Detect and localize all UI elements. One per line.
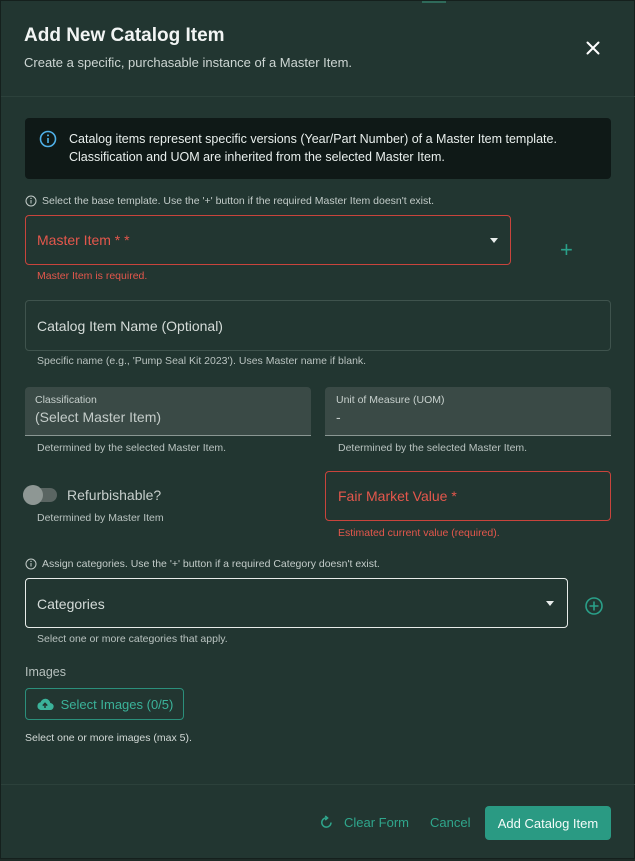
catalog-item-name-helper: Specific name (e.g., 'Pump Seal Kit 2023… [37,355,367,367]
categories-select[interactable]: Categories [25,578,568,628]
refurbishable-helper: Determined by Master Item [37,512,164,524]
add-catalog-item-dialog: Add New Catalog Item Create a specific, … [0,0,635,859]
refurbishable-toggle[interactable] [23,485,57,505]
master-item-select[interactable]: Master Item * * [25,215,511,265]
cancel-button[interactable]: Cancel [430,815,470,830]
close-button[interactable] [581,36,605,60]
refurbishable-label: Refurbishable? [67,487,162,503]
info-icon [39,130,57,148]
images-helper: Select one or more images (max 5). [25,732,192,744]
dialog-header: Add New Catalog Item Create a specific, … [1,1,635,97]
cloud-upload-icon [37,698,54,711]
categories-label: Categories [37,596,105,612]
uom-helper: Determined by the selected Master Item. [338,442,528,454]
catalog-item-name-input[interactable]: Catalog Item Name (Optional) [25,300,611,351]
dialog-subtitle: Create a specific, purchasable instance … [24,55,353,70]
categories-hint: Assign categories. Use the '+' button if… [25,558,380,570]
categories-helper: Select one or more categories that apply… [37,633,228,645]
classification-helper: Determined by the selected Master Item. [37,442,227,454]
classification-value: (Select Master Item) [35,409,162,425]
master-item-hint-text: Select the base template. Use the '+' bu… [42,195,435,207]
fair-market-value-label: Fair Market Value * [338,488,457,504]
master-item-label: Master Item * * [37,232,130,248]
info-icon [25,195,37,207]
info-banner: Catalog items represent specific version… [25,118,611,179]
plus-icon: + [560,237,573,262]
cancel-label: Cancel [430,815,471,830]
select-images-button[interactable]: Select Images (0/5) [25,688,184,720]
toggle-thumb [23,485,43,505]
close-icon [586,41,600,55]
fair-market-value-input[interactable]: Fair Market Value * [325,471,611,521]
images-section-label: Images [25,665,66,679]
dropdown-caret-icon [546,601,554,606]
info-banner-text: Catalog items represent specific version… [69,132,557,164]
categories-hint-text: Assign categories. Use the '+' button if… [42,558,380,570]
add-catalog-item-label: Add Catalog Item [497,815,599,831]
plus-circle-icon [585,597,603,615]
master-item-error: Master Item is required. [37,270,148,282]
add-master-item-button[interactable]: + [560,239,573,261]
catalog-item-name-label: Catalog Item Name (Optional) [37,318,223,334]
add-category-button[interactable] [584,596,604,616]
uom-field: Unit of Measure (UOM) - [325,387,611,436]
uom-label: Unit of Measure (UOM) [336,394,445,406]
classification-field: Classification (Select Master Item) [25,387,311,436]
clear-form-label: Clear Form [344,815,410,830]
info-icon [25,558,37,570]
add-catalog-item-button[interactable]: Add Catalog Item [485,806,611,840]
dropdown-caret-icon [490,238,498,243]
dialog-title: Add New Catalog Item [24,25,225,46]
select-images-label: Select Images (0/5) [60,696,174,712]
master-item-hint: Select the base template. Use the '+' bu… [25,195,434,207]
refresh-icon [321,815,332,828]
uom-value: - [336,409,341,425]
clear-form-button[interactable]: Clear Form [319,815,409,830]
fair-market-value-helper: Estimated current value (required). [338,527,500,539]
classification-label: Classification [35,394,97,406]
